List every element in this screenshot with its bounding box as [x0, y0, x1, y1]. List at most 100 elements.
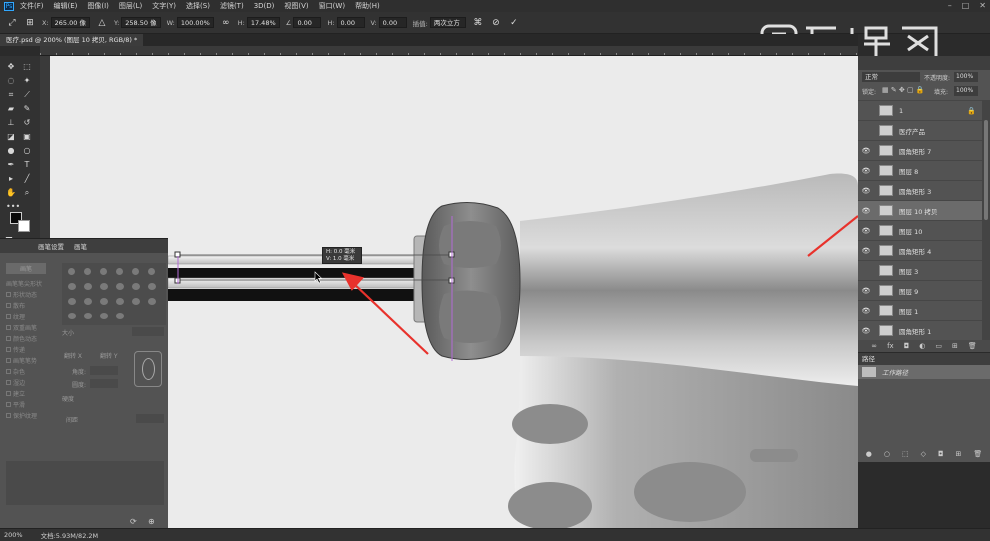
type-tool-icon[interactable]: T: [22, 160, 32, 170]
document-canvas[interactable]: H: 0.0 毫米 V: 1.0 毫米: [50, 56, 858, 528]
brush-tool-icon[interactable]: ✎: [22, 104, 32, 114]
cancel-transform-icon[interactable]: ⊘: [490, 17, 502, 29]
lock-icons[interactable]: ▦ ✎ ✥ ▢ 🔒: [882, 86, 925, 94]
fill-path-icon[interactable]: ●: [866, 450, 872, 458]
menu-item-file[interactable]: 文件(F): [20, 1, 44, 11]
layer-row[interactable]: 👁 圆角矩形 1: [858, 320, 982, 340]
size-input[interactable]: [132, 327, 164, 336]
layer-row[interactable]: 1 🔒: [858, 100, 982, 120]
more-tools-icon[interactable]: •••: [6, 202, 20, 212]
visibility-icon[interactable]: 👁: [861, 147, 871, 155]
healing-brush-tool-icon[interactable]: ▰: [6, 104, 16, 114]
layer-row[interactable]: 👁 图层 10: [858, 220, 982, 240]
layer-row[interactable]: 👁 圆角矩形 4: [858, 240, 982, 260]
flip-x-checkbox[interactable]: 翻转 X: [64, 351, 82, 360]
checkbox-icon[interactable]: [6, 369, 11, 374]
dodge-tool-icon[interactable]: ○: [22, 146, 32, 156]
menu-item-window[interactable]: 窗口(W): [319, 1, 345, 11]
opacity-input[interactable]: 100%: [954, 72, 978, 82]
visibility-icon[interactable]: 👁: [861, 287, 871, 295]
checkbox-icon[interactable]: [6, 347, 11, 352]
checkbox-icon[interactable]: [6, 380, 11, 385]
visibility-icon[interactable]: 👁: [861, 227, 871, 235]
crop-tool-icon[interactable]: ⌗: [6, 90, 16, 100]
interpolation-select[interactable]: 两次立方: [429, 17, 466, 28]
vskew-input[interactable]: 0.00: [378, 17, 407, 28]
checkbox-icon[interactable]: [6, 303, 11, 308]
brush-option-item[interactable]: 平滑: [6, 399, 58, 410]
brush-option-item[interactable]: 纹理: [6, 311, 58, 322]
new-brush-icon[interactable]: ⊕: [148, 517, 155, 526]
link-layers-icon[interactable]: ∞: [871, 342, 877, 350]
visibility-icon[interactable]: 👁: [861, 247, 871, 255]
background-color-swatch[interactable]: [18, 220, 30, 232]
menu-item-view[interactable]: 视图(V): [284, 1, 308, 11]
menu-item-edit[interactable]: 编辑(E): [54, 1, 78, 11]
tab-brush-settings[interactable]: 画笔设置: [38, 241, 64, 251]
trash-icon[interactable]: 🗑: [968, 342, 977, 350]
transform-tool-icon[interactable]: ⤢: [6, 17, 18, 29]
minimize-icon[interactable]: –: [948, 1, 952, 10]
blend-mode-select[interactable]: 正常: [862, 72, 920, 82]
visibility-icon[interactable]: 👁: [861, 207, 871, 215]
document-tab[interactable]: 医疗.psd @ 200% (图层 10 拷贝, RGB/8) *: [0, 34, 144, 46]
layer-row[interactable]: 医疗产品: [858, 120, 982, 140]
folder-icon[interactable]: ▭: [935, 342, 942, 350]
layer-row[interactable]: 👁 圆角矩形 3: [858, 180, 982, 200]
gradient-tool-icon[interactable]: ▣: [22, 132, 32, 142]
y-input[interactable]: 258.50 像: [121, 17, 161, 28]
x-input[interactable]: 265.00 像: [50, 17, 90, 28]
brush-option-item[interactable]: 湿边: [6, 377, 58, 388]
maximize-icon[interactable]: □: [962, 1, 970, 10]
brush-option-item[interactable]: 画笔笔势: [6, 355, 58, 366]
fx-icon[interactable]: fx: [887, 342, 894, 350]
new-layer-icon[interactable]: ⊞: [952, 342, 958, 350]
brush-option-item[interactable]: 建立: [6, 388, 58, 399]
layer-row[interactable]: 👁 图层 1: [858, 300, 982, 320]
magic-wand-tool-icon[interactable]: ✦: [22, 76, 32, 86]
hskew-input[interactable]: 0.00: [336, 17, 365, 28]
angle-input[interactable]: 0.00: [293, 17, 322, 28]
layer-row[interactable]: 👁 图层 9: [858, 280, 982, 300]
adjustment-icon[interactable]: ◐: [919, 342, 925, 350]
brush-tip-grid[interactable]: [62, 263, 166, 325]
angle-input[interactable]: [90, 366, 118, 375]
flip-y-checkbox[interactable]: 翻转 Y: [100, 351, 118, 360]
menu-item-image[interactable]: 图像(I): [87, 1, 109, 11]
brush-tip-shape-item[interactable]: 画笔笔尖形状: [6, 278, 58, 289]
clone-stamp-tool-icon[interactable]: ⊥: [6, 118, 16, 128]
new-path-icon[interactable]: ⊞: [956, 450, 962, 458]
load-selection-icon[interactable]: ⬚: [902, 450, 909, 458]
spacing-checkbox[interactable]: 间距: [66, 415, 78, 424]
brush-angle-preview[interactable]: [134, 351, 162, 387]
checkbox-icon[interactable]: [6, 402, 11, 407]
path-row[interactable]: 工作路径: [858, 365, 990, 379]
menu-item-3d[interactable]: 3D(D): [254, 2, 275, 10]
commit-transform-icon[interactable]: ✓: [508, 17, 520, 29]
brush-option-item[interactable]: 双重画笔: [6, 322, 58, 333]
checkbox-icon[interactable]: [6, 314, 11, 319]
blur-tool-icon[interactable]: ●: [6, 146, 16, 156]
marquee-tool-icon[interactable]: ⬚: [22, 62, 32, 72]
brush-option-item[interactable]: 颜色动态: [6, 333, 58, 344]
menu-item-select[interactable]: 选择(S): [186, 1, 210, 11]
brush-preview-toggle-icon[interactable]: ⟳: [130, 517, 137, 526]
visibility-icon[interactable]: 👁: [861, 307, 871, 315]
path-selection-tool-icon[interactable]: ▸: [6, 174, 16, 184]
checkbox-icon[interactable]: [6, 358, 11, 363]
width-input[interactable]: 100.00%: [176, 17, 214, 28]
eraser-tool-icon[interactable]: ◪: [6, 132, 16, 142]
pen-tool-icon[interactable]: ✒: [6, 160, 16, 170]
move-tool-icon[interactable]: ✥: [6, 62, 16, 72]
zoom-tool-icon[interactable]: ⌕: [22, 188, 32, 198]
brush-option-item[interactable]: 传递: [6, 344, 58, 355]
close-icon[interactable]: ✕: [979, 1, 986, 10]
brush-option-item[interactable]: 保护纹理: [6, 410, 58, 421]
history-brush-tool-icon[interactable]: ↺: [22, 118, 32, 128]
fill-input[interactable]: 100%: [954, 86, 978, 96]
mask-icon[interactable]: ◘: [904, 342, 910, 350]
delete-path-icon[interactable]: 🗑: [973, 450, 982, 458]
relative-position-icon[interactable]: △: [96, 17, 108, 29]
layer-row-selected[interactable]: 👁 图层 10 拷贝: [858, 200, 982, 220]
layer-row[interactable]: 👁 圆角矩形 7: [858, 140, 982, 160]
